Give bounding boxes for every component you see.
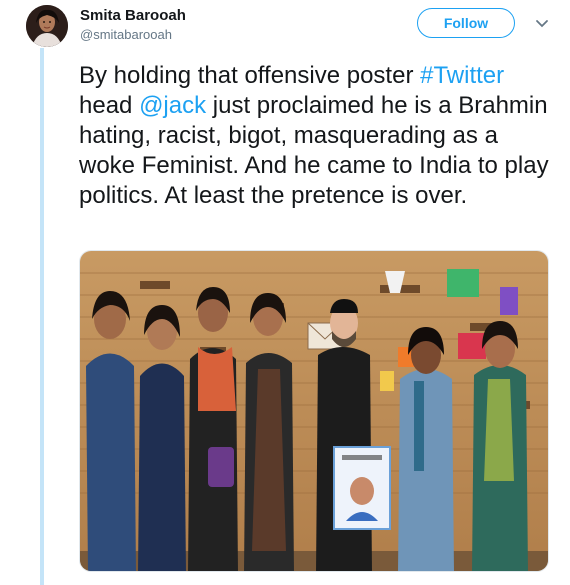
mention-link[interactable]: @jack <box>139 92 206 119</box>
tweet-text-segment: head <box>79 92 140 119</box>
thread-line <box>40 48 44 585</box>
tweet-text: By holding that offensive poster #Twitte… <box>79 61 554 211</box>
tweet-photo[interactable] <box>79 250 549 572</box>
chevron-down-icon[interactable] <box>533 14 551 32</box>
hashtag-link[interactable]: #Twitter <box>420 62 504 89</box>
author-name[interactable]: Smita Barooah <box>80 7 186 24</box>
follow-button[interactable]: Follow <box>417 8 515 38</box>
tweet-text-segment: By holding that offensive poster <box>79 62 421 89</box>
author-handle[interactable]: @smitabarooah <box>80 27 172 42</box>
avatar[interactable] <box>26 5 68 47</box>
